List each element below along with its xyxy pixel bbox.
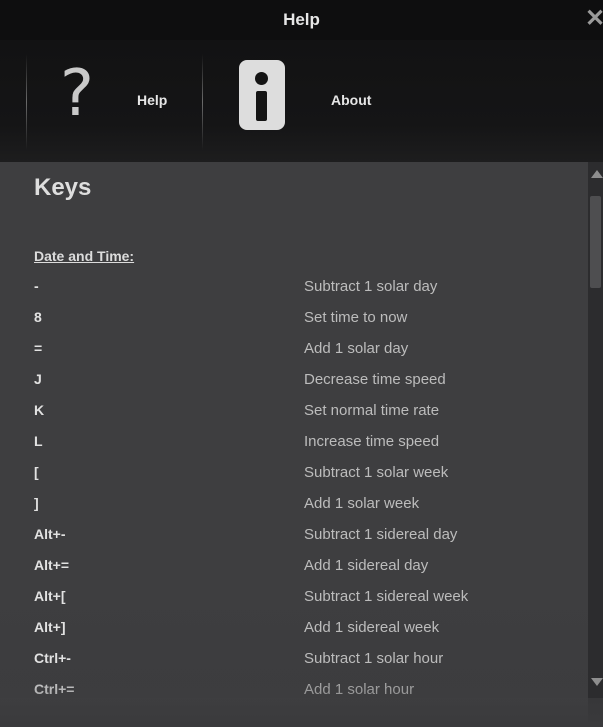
shortcut-key: -	[34, 278, 39, 294]
scrollbar-thumb[interactable]	[590, 196, 601, 288]
shortcut-row: [ Subtract 1 solar week	[0, 464, 588, 495]
shortcut-description: Subtract 1 sidereal week	[304, 588, 469, 605]
shortcut-key: J	[34, 371, 42, 387]
shortcut-key: Ctrl+-	[34, 650, 71, 666]
shortcut-row: J Decrease time speed	[0, 371, 588, 402]
shortcut-row: K Set normal time rate	[0, 402, 588, 433]
scroll-down-arrow-icon[interactable]	[591, 678, 603, 686]
info-icon	[239, 60, 285, 130]
shortcut-description: Decrease time speed	[304, 371, 446, 388]
help-tab-label: Help	[137, 92, 168, 108]
question-mark-icon: ?	[60, 57, 94, 131]
shortcut-key: [	[34, 464, 39, 480]
shortcut-row: Alt+] Add 1 sidereal week	[0, 619, 588, 650]
shortcut-row: Ctrl+= Add 1 solar hour	[0, 681, 588, 712]
shortcut-key: Alt+]	[34, 619, 66, 635]
shortcut-row: Alt+- Subtract 1 sidereal day	[0, 526, 588, 557]
shortcut-key: Alt+=	[34, 557, 70, 573]
shortcut-row: ] Add 1 solar week	[0, 495, 588, 526]
shortcut-description: Set time to now	[304, 309, 408, 326]
shortcut-key: 8	[34, 309, 42, 325]
shortcut-row: Alt+[ Subtract 1 sidereal week	[0, 588, 588, 619]
shortcut-description: Add 1 solar hour	[304, 681, 415, 698]
shortcut-key: Ctrl+=	[34, 681, 75, 697]
shortcut-row: Alt+= Add 1 sidereal day	[0, 557, 588, 588]
title-bar: Help ✕	[0, 0, 603, 40]
shortcut-key: Alt+-	[34, 526, 66, 542]
shortcut-description: Set normal time rate	[304, 402, 440, 419]
page-heading: Keys	[34, 174, 92, 201]
shortcut-row: 8 Set time to now	[0, 309, 588, 340]
shortcut-row: L Increase time speed	[0, 433, 588, 464]
shortcut-description: Add 1 solar week	[304, 495, 420, 512]
about-tab-label: About	[331, 92, 372, 108]
section-title-date-and-time: Date and Time:	[34, 248, 135, 264]
shortcut-description: Add 1 sidereal day	[304, 557, 429, 574]
shortcut-row: - Subtract 1 solar day	[0, 278, 588, 309]
shortcut-description: Subtract 1 solar hour	[304, 650, 444, 667]
shortcut-description: Subtract 1 sidereal day	[304, 526, 458, 543]
help-tab-button[interactable]: ? Help	[27, 40, 202, 162]
shortcut-description: Add 1 sidereal week	[304, 619, 440, 636]
shortcut-key: L	[34, 433, 43, 449]
scroll-up-arrow-icon[interactable]	[591, 170, 603, 178]
shortcut-key: ]	[34, 495, 39, 511]
help-toolbar: ? Help About	[0, 40, 603, 162]
shortcut-key: Alt+[	[34, 588, 66, 604]
shortcut-description: Subtract 1 solar day	[304, 278, 438, 295]
shortcut-description: Add 1 solar day	[304, 340, 409, 357]
shortcut-key: =	[34, 340, 43, 356]
help-content-panel[interactable]: Keys Date and Time: - Subtract 1 solar da…	[0, 162, 588, 727]
window-title: Help	[283, 10, 320, 29]
about-tab-button[interactable]: About	[203, 40, 423, 162]
shortcut-row: = Add 1 solar day	[0, 340, 588, 371]
shortcut-key: K	[34, 402, 45, 418]
shortcut-description: Subtract 1 solar week	[304, 464, 449, 481]
shortcut-row: Ctrl+- Subtract 1 solar hour	[0, 650, 588, 681]
close-icon[interactable]: ✕	[585, 6, 603, 32]
shortcut-description: Increase time speed	[304, 433, 440, 450]
